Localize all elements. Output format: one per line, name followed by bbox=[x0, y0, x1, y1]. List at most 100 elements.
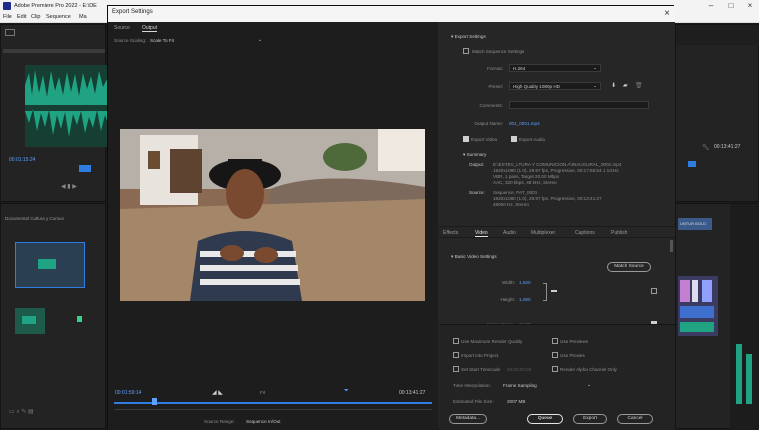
delete-preset-icon[interactable]: 🗑︎ bbox=[635, 82, 643, 89]
source-timecode: 00:01:15:24 bbox=[9, 157, 36, 163]
est-size-value: 2007 MB bbox=[507, 399, 526, 404]
export-video-label: Export Video bbox=[471, 137, 498, 142]
program-monitor-panel: 00:13:41:27 🔧︎ bbox=[675, 24, 759, 202]
home-icon[interactable] bbox=[5, 29, 15, 36]
menu-clip[interactable]: Clip bbox=[31, 13, 40, 22]
scrubber-handle[interactable] bbox=[152, 398, 157, 405]
width-value[interactable]: 1,920 bbox=[519, 280, 531, 285]
summary-output-text: E:\ESTEV_LTURA Y COMUNICION A\INAUGURAL_… bbox=[493, 162, 622, 185]
source-scaling-select[interactable]: Scale To Fit bbox=[150, 38, 268, 43]
program-playhead-marker[interactable] bbox=[688, 161, 696, 167]
dialog-titlebar: Export Settings × bbox=[108, 6, 675, 22]
timeline-clips-stack[interactable] bbox=[678, 276, 718, 336]
render-alpha-checkbox[interactable] bbox=[552, 366, 558, 372]
menu-sequence[interactable]: Sequence bbox=[46, 13, 71, 22]
export-range-bar[interactable] bbox=[114, 402, 432, 404]
premiere-logo-icon bbox=[3, 2, 11, 10]
summary-output-label: Output: bbox=[469, 162, 485, 167]
tab-output[interactable]: Output bbox=[142, 25, 158, 32]
aspect-link-bracket bbox=[543, 283, 547, 301]
height-value[interactable]: 1,080 bbox=[519, 297, 531, 302]
export-settings-dialog: Export Settings × Source Output Source S… bbox=[107, 5, 675, 430]
export-button[interactable]: Export bbox=[573, 414, 607, 424]
close-icon[interactable]: × bbox=[664, 7, 670, 21]
project-panel-title: Documental Cultura y Comun bbox=[5, 216, 65, 221]
match-sequence-checkbox[interactable] bbox=[463, 48, 469, 54]
playhead-icon[interactable]: ⏷ bbox=[344, 388, 349, 395]
chevron-down-icon: ⌄ bbox=[258, 37, 263, 43]
timecode-out: 00:13:41:27 bbox=[399, 390, 426, 396]
export-settings-header: ▾ Export Settings bbox=[451, 34, 486, 39]
tab-publish[interactable]: Publish bbox=[611, 230, 627, 236]
program-timecode: 00:13:41:27 bbox=[714, 144, 741, 150]
preset-chevron-icon: ⌄ bbox=[593, 83, 597, 88]
summary-header: ▾ Summary bbox=[463, 152, 487, 157]
export-audio-label: Export Audio bbox=[519, 137, 546, 142]
match-source-button[interactable]: Match Source bbox=[607, 262, 651, 272]
source-scaling-label: Source Scaling: bbox=[114, 38, 147, 43]
start-timecode-checkbox[interactable] bbox=[453, 366, 459, 372]
preset-select[interactable]: High Quality 1080p HD ⌄ bbox=[509, 82, 601, 90]
settings-scrollbar[interactable] bbox=[670, 240, 673, 252]
timecode-in: 00:01:59:14 bbox=[115, 390, 142, 396]
wrench-icon[interactable]: 🔧︎ bbox=[702, 144, 710, 151]
preset-label: Preset: bbox=[488, 84, 503, 89]
use-proxies-checkbox[interactable] bbox=[552, 352, 558, 358]
import-preset-icon[interactable]: ▰ bbox=[623, 82, 628, 89]
save-preset-icon[interactable]: ⬇ bbox=[611, 82, 616, 89]
tab-captions[interactable]: Captions bbox=[575, 230, 595, 236]
comments-input[interactable] bbox=[509, 101, 649, 109]
cancel-button[interactable]: Cancel bbox=[617, 414, 653, 424]
export-video-checkbox[interactable] bbox=[463, 136, 469, 142]
source-playhead-marker[interactable] bbox=[79, 165, 91, 172]
tab-source[interactable]: Source bbox=[114, 25, 130, 31]
metadata-button[interactable]: Metadata... bbox=[449, 414, 487, 424]
link-icon[interactable] bbox=[551, 290, 557, 292]
clip-thumbnail-2[interactable] bbox=[15, 308, 45, 334]
max-render-label: Use Maximum Render Quality bbox=[461, 339, 523, 344]
queue-button[interactable]: Queue bbox=[527, 414, 563, 424]
time-interp-select[interactable]: Frame Sampling bbox=[503, 383, 537, 388]
summary-source-text: Sequence, PAT_0001 1920x1080 (1.0), 29.9… bbox=[493, 190, 602, 207]
tab-multiplexer[interactable]: Multiplexer bbox=[531, 230, 555, 236]
menu-file[interactable]: File bbox=[3, 13, 12, 22]
output-name-link[interactable]: 001_0001.mp4 bbox=[509, 121, 540, 126]
source-range-select[interactable]: Sequence In/Out bbox=[246, 419, 280, 424]
menu-edit[interactable]: Edit bbox=[17, 13, 26, 22]
width-label: Width: bbox=[501, 280, 515, 285]
time-interp-label: Time Interpolation: bbox=[453, 383, 491, 388]
start-timecode-value[interactable]: 00:00:00:00 bbox=[507, 367, 531, 372]
tab-effects[interactable]: Effects bbox=[443, 230, 458, 236]
format-select[interactable]: H.264 ⌄ bbox=[509, 64, 601, 72]
width-checkbox[interactable] bbox=[651, 288, 657, 294]
timeline-panel: UNTUR BOLD bbox=[675, 203, 759, 430]
format-chevron-icon: ⌄ bbox=[593, 65, 597, 70]
audio-meters bbox=[730, 204, 759, 430]
render-alpha-label: Render Alpha Channel Only bbox=[560, 367, 617, 372]
app-title: Adobe Premiere Pro 2022 - E:\DE bbox=[14, 3, 97, 9]
close-window-icon[interactable]: × bbox=[741, 0, 759, 12]
project-panel: Documental Cultura y Comun ▭ ⌕ ✎ ▤ bbox=[0, 203, 106, 429]
import-project-checkbox[interactable] bbox=[453, 352, 459, 358]
preview-pane: Source Output Source Scaling: Scale To F… bbox=[108, 22, 438, 430]
use-proxies-label: Use Proxies bbox=[560, 353, 585, 358]
max-render-checkbox[interactable] bbox=[453, 338, 459, 344]
timeline-video-clip[interactable]: UNTUR BOLD bbox=[678, 218, 712, 230]
zoom-fit-select[interactable]: Fit bbox=[260, 390, 265, 395]
use-previews-checkbox[interactable] bbox=[552, 338, 558, 344]
playback-controls-icon[interactable]: ◀ ▮ ▶ bbox=[61, 183, 77, 190]
menu-marker[interactable]: Ma bbox=[79, 13, 87, 22]
mark-in-out-icon[interactable]: ◢ ◣ bbox=[212, 389, 223, 396]
basic-video-header: ▾ Basic Video Settings bbox=[451, 254, 497, 259]
import-project-label: Import into Project bbox=[461, 353, 499, 358]
minimize-icon[interactable]: – bbox=[702, 0, 720, 12]
est-size-label: Estimated File Size: bbox=[453, 399, 494, 404]
tab-video[interactable]: Video bbox=[475, 230, 488, 237]
export-audio-checkbox[interactable] bbox=[511, 136, 517, 142]
use-previews-label: Use Previews bbox=[560, 339, 589, 344]
work-area-bar[interactable] bbox=[114, 409, 432, 410]
clip-thumbnail[interactable] bbox=[15, 242, 85, 288]
project-tools-icon[interactable]: ▭ ⌕ ✎ ▤ bbox=[9, 408, 34, 416]
maximize-icon[interactable]: □ bbox=[722, 0, 740, 12]
tab-audio[interactable]: Audio bbox=[503, 230, 516, 236]
